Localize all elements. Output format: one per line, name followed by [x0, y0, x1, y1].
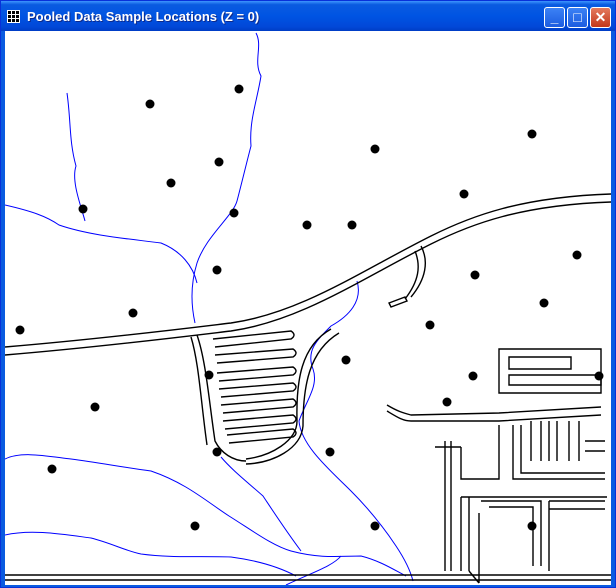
- sample-point: [229, 208, 239, 218]
- sample-point: [212, 265, 222, 275]
- road: [512, 425, 605, 480]
- sample-point: [145, 99, 155, 109]
- road: [460, 425, 500, 480]
- minimize-icon: _: [550, 9, 559, 25]
- parking-row: [218, 382, 297, 398]
- grid-icon: [7, 10, 20, 23]
- roads: [5, 193, 611, 584]
- sample-point: [527, 521, 537, 531]
- road: [481, 500, 542, 566]
- sample-point: [214, 157, 224, 167]
- block: [508, 356, 572, 370]
- ramp: [404, 250, 419, 300]
- road: [548, 500, 605, 571]
- sample-point: [47, 464, 57, 474]
- sample-point: [204, 370, 214, 380]
- sample-point: [527, 129, 537, 139]
- sample-point: [347, 220, 357, 230]
- sample-point: [468, 371, 478, 381]
- sample-point: [128, 308, 138, 318]
- sample-point: [442, 397, 452, 407]
- app-window: Pooled Data Sample Locations (Z = 0) _ □…: [0, 0, 616, 588]
- sample-point: [234, 84, 244, 94]
- stream: [5, 531, 297, 577]
- loop: [190, 336, 208, 446]
- stream: [66, 92, 86, 222]
- sample-point: [370, 144, 380, 154]
- road: [460, 497, 470, 571]
- sample-point: [370, 521, 380, 531]
- sample-point: [539, 298, 549, 308]
- stream: [5, 454, 407, 577]
- stream: [191, 32, 262, 324]
- highway: [5, 193, 611, 348]
- parking-row: [216, 366, 297, 382]
- sample-point: [325, 447, 335, 457]
- parking-row: [214, 348, 297, 364]
- streams: [5, 32, 414, 585]
- stream: [5, 204, 198, 284]
- road: [468, 570, 480, 584]
- window-title: Pooled Data Sample Locations (Z = 0): [27, 9, 260, 24]
- sample-point: [572, 250, 582, 260]
- road: [530, 421, 580, 461]
- close-button[interactable]: ✕: [590, 7, 611, 28]
- parking-row: [222, 414, 297, 430]
- maximize-icon: □: [573, 9, 582, 25]
- stream: [298, 280, 414, 582]
- road: [520, 425, 605, 474]
- sample-point: [190, 521, 200, 531]
- block: [508, 374, 602, 386]
- close-icon: ✕: [594, 9, 607, 25]
- sample-point: [212, 447, 222, 457]
- parking-row: [212, 330, 295, 348]
- sample-point: [470, 270, 480, 280]
- sample-point: [78, 204, 88, 214]
- sample-point: [15, 325, 25, 335]
- road: [386, 404, 602, 416]
- maximize-button[interactable]: □: [567, 7, 588, 28]
- sample-point: [459, 189, 469, 199]
- sample-point: [341, 355, 351, 365]
- sample-point: [425, 320, 435, 330]
- road: [585, 440, 605, 452]
- minimize-button[interactable]: _: [544, 7, 565, 28]
- sample-point: [166, 178, 176, 188]
- sample-point: [90, 402, 100, 412]
- sample-location-map: [5, 32, 611, 585]
- parking-row: [226, 428, 297, 444]
- ramp: [388, 296, 408, 308]
- parking-row: [220, 398, 297, 414]
- map-canvas[interactable]: [5, 31, 611, 585]
- road: [489, 506, 534, 566]
- title-bar[interactable]: Pooled Data Sample Locations (Z = 0) _ □…: [1, 1, 615, 31]
- sample-point: [302, 220, 312, 230]
- block: [498, 348, 602, 394]
- sample-point: [594, 371, 604, 381]
